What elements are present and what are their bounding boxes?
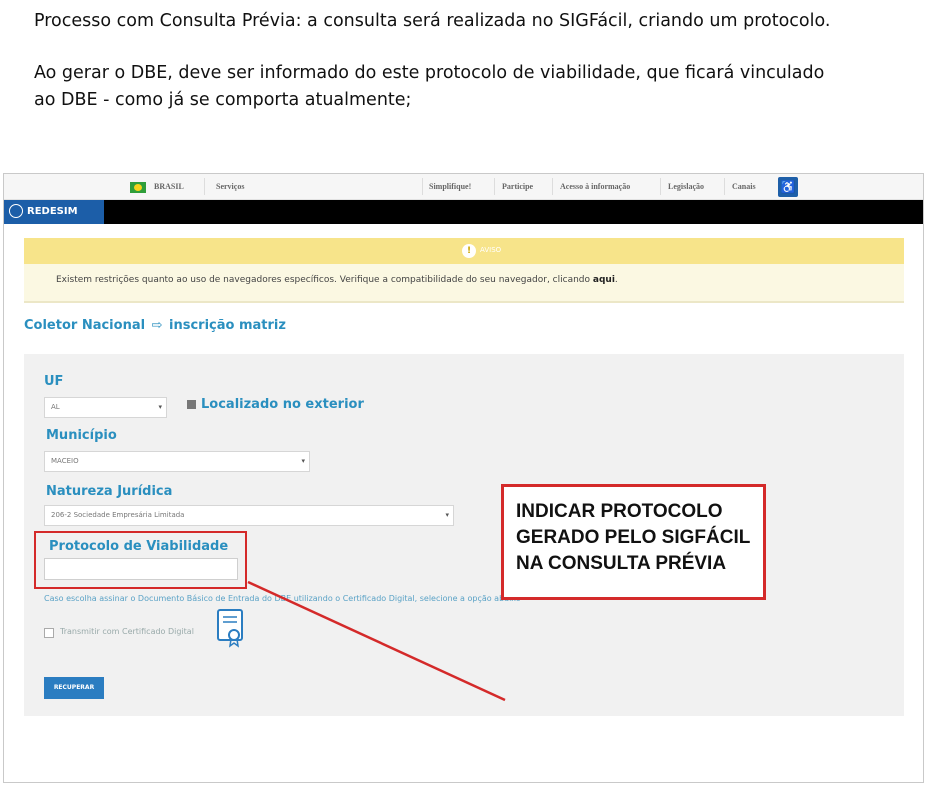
callout-line-2: GERADO PELO SIGFÁCIL	[516, 527, 751, 548]
connector-line	[247, 580, 506, 702]
callout-line-3: NA CONSULTA PRÉVIA	[516, 553, 727, 574]
callout-line-1: INDICAR PROTOCOLO	[516, 501, 723, 522]
annotation-callout: INDICAR PROTOCOLO GERADO PELO SIGFÁCIL N…	[501, 484, 766, 600]
